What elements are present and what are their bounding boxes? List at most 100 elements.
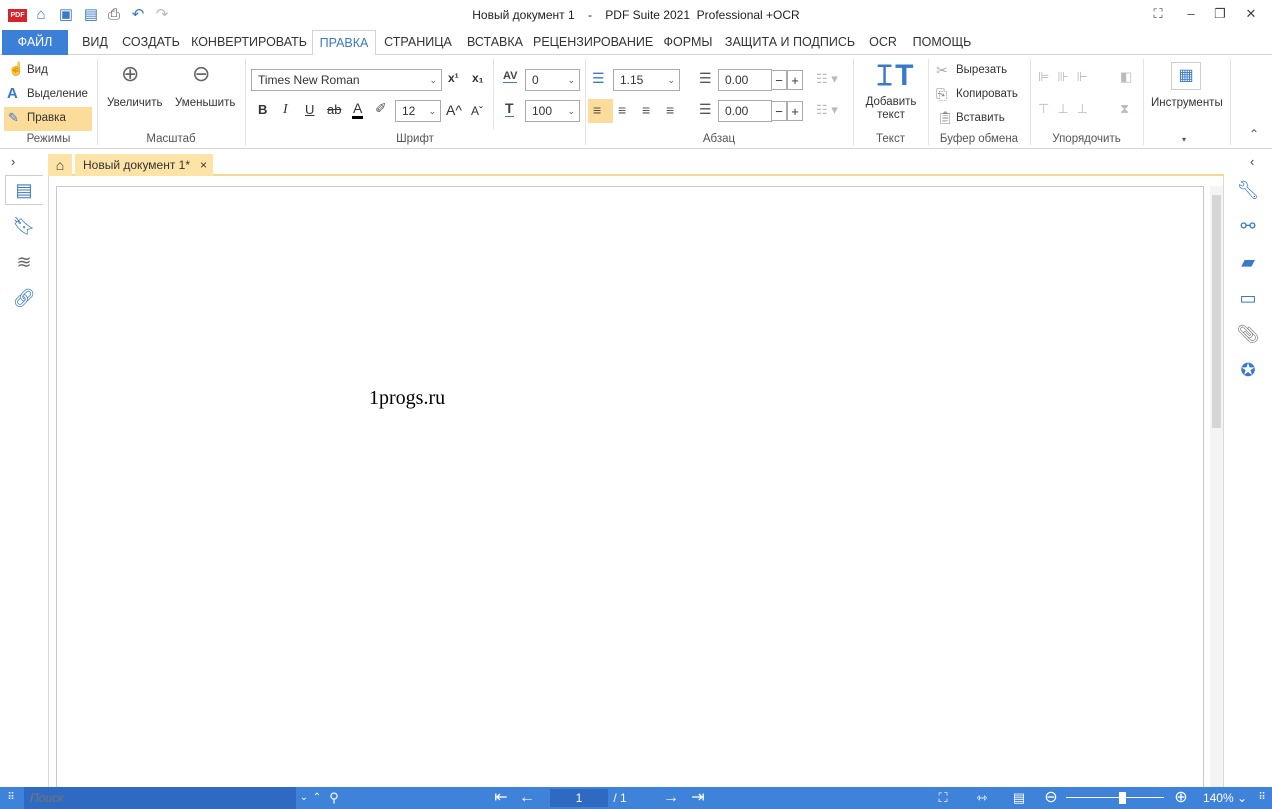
copy-button[interactable]: Копировать (956, 88, 1018, 100)
indent-after-decrease[interactable]: − (771, 101, 787, 121)
restore-button[interactable]: ❐ (1207, 4, 1233, 24)
close-button[interactable]: ✕ (1238, 4, 1264, 24)
zoom-in-status-icon[interactable]: ⊕ (1172, 787, 1190, 809)
align-objects-icons[interactable]: ⊫⊪⊩ (1038, 69, 1096, 85)
search-input[interactable] (24, 787, 296, 809)
subscript-button[interactable]: x₁ (472, 71, 484, 85)
tab-help[interactable]: ПОМОЩЬ (906, 30, 978, 55)
fit-width-icon[interactable]: ⇿ (973, 787, 991, 809)
mode-view[interactable]: Вид (27, 64, 48, 76)
fit-page-icon[interactable]: ⛶ (934, 787, 952, 809)
binoculars-icon[interactable]: ⚯ (1234, 213, 1262, 239)
strikethrough-button[interactable]: ab (327, 102, 341, 117)
tab-ocr[interactable]: OCR (866, 30, 900, 55)
tab-review[interactable]: РЕЦЕНЗИРОВАНИЕ (533, 30, 653, 55)
tab-create[interactable]: СОЗДАТЬ (118, 30, 184, 55)
tools-button[interactable]: Инструменты (1151, 97, 1223, 109)
indent-before-decrease[interactable]: − (771, 70, 787, 90)
document-tab[interactable]: Новый документ 1* × (75, 154, 213, 176)
font-size-value: 12 (402, 104, 416, 118)
grow-font-button[interactable]: A^ (446, 102, 462, 118)
close-tab-icon[interactable]: × (200, 154, 207, 176)
search-prev-icon[interactable]: ⌃ (311, 787, 323, 809)
char-scale-select[interactable]: 100 ⌄ (525, 100, 580, 122)
superscript-button[interactable]: x¹ (448, 71, 459, 85)
zoom-in-button[interactable]: Увеличить (107, 97, 162, 109)
folder-network-icon[interactable]: ▰ (1234, 249, 1262, 275)
tab-page[interactable]: СТРАНИЦА (380, 30, 456, 55)
tab-protect-sign[interactable]: ЗАЩИТА И ПОДПИСЬ (722, 30, 858, 55)
italic-button[interactable]: I (283, 102, 288, 118)
minimize-button[interactable]: – (1178, 4, 1204, 24)
pages-panel-icon[interactable]: ▤ (10, 177, 38, 203)
line-spacing-select[interactable]: 1.15 ⌄ (613, 69, 680, 91)
cut-icon: ✂ (936, 62, 948, 78)
links-icon[interactable]: 🔗︎ (10, 285, 38, 311)
zoom-out-button[interactable]: Уменьшить (175, 97, 235, 109)
certificate-icon[interactable]: ✪ (1234, 357, 1262, 383)
search-next-icon[interactable]: ⌄ (298, 787, 310, 809)
bold-button[interactable]: B (258, 102, 267, 117)
indent-before-input[interactable]: 0.00 (718, 69, 772, 91)
zoom-in-icon[interactable]: ⊕ (121, 61, 139, 87)
collapse-ribbon-icon[interactable]: ⌃ (1249, 127, 1259, 141)
zoom-out-status-icon[interactable]: ⊖ (1042, 787, 1060, 809)
cut-button[interactable]: Вырезать (956, 64, 1007, 76)
zoom-out-icon[interactable]: ⊖ (192, 61, 210, 87)
document-page[interactable]: 1progs.ru (56, 186, 1204, 787)
last-page-icon[interactable]: ⇥ (689, 787, 707, 809)
tab-file[interactable]: ФАЙЛ (2, 30, 68, 55)
scrollbar-thumb[interactable] (1212, 195, 1221, 428)
tab-convert[interactable]: КОНВЕРТИРОВАТЬ (190, 30, 308, 55)
expand-panel-icon[interactable]: › (11, 154, 15, 169)
comments-icon[interactable]: ▭ (1234, 285, 1262, 311)
bullet-list-icon[interactable]: ☷ ▾ (816, 102, 838, 118)
home-tab-icon[interactable]: ⌂ (48, 154, 72, 176)
tab-forms[interactable]: ФОРМЫ (659, 30, 717, 55)
page-number-input[interactable] (550, 789, 608, 807)
collapse-panel-icon[interactable]: ‹ (1250, 154, 1254, 169)
font-family-select[interactable]: Times New Roman ⌄ (251, 69, 442, 91)
layers-icon[interactable]: ≋ (10, 249, 38, 275)
first-page-icon[interactable]: ⇤ (492, 787, 510, 809)
underline-button[interactable]: U (305, 102, 314, 117)
fullscreen-button[interactable]: ⛶ (1145, 4, 1171, 24)
page-text[interactable]: 1progs.ru (369, 387, 445, 410)
numbered-list-icon[interactable]: ☷ ▾ (816, 71, 838, 87)
continuous-page-icon[interactable]: ▤ (1010, 787, 1028, 809)
flip-vertical-icon[interactable]: ⧗ (1120, 101, 1129, 117)
font-size-select[interactable]: 12 ⌄ (395, 100, 441, 122)
align-center-button[interactable]: ≡ (618, 102, 626, 118)
line-spacing-value: 1.15 (620, 73, 644, 87)
zoom-slider[interactable] (1066, 797, 1164, 798)
flip-horizontal-icon[interactable]: ◧ (1120, 69, 1132, 85)
mode-select[interactable]: Выделение (27, 88, 88, 100)
indent-before-increase[interactable]: + (787, 70, 803, 90)
wrench-icon[interactable]: 🔧︎ (1234, 177, 1262, 203)
shrink-font-button[interactable]: Aˇ (471, 104, 483, 118)
paste-button[interactable]: Вставить (956, 112, 1005, 124)
font-color-button[interactable]: A (352, 100, 364, 119)
align-justify-button[interactable]: ≡ (666, 102, 674, 118)
bookmarks-icon[interactable]: 🔖︎ (10, 213, 38, 239)
grip-icon: ⠿ (7, 792, 15, 803)
tab-view[interactable]: ВИД (76, 30, 114, 55)
tools-icon[interactable]: ▦ (1171, 62, 1201, 90)
attachment-icon[interactable]: 📎︎ (1234, 321, 1262, 347)
indent-after-increase[interactable]: + (787, 101, 803, 121)
tab-insert[interactable]: ВСТАВКА (462, 30, 528, 55)
char-spacing-select[interactable]: 0 ⌄ (525, 69, 580, 91)
prev-page-icon[interactable]: ← (518, 787, 536, 809)
tools-dropdown-icon[interactable]: ▾ (1182, 135, 1186, 144)
highlighter-icon[interactable]: ✐ (375, 100, 387, 117)
zoom-level-select[interactable]: 140% ⌄ (1200, 787, 1250, 809)
indent-after-input[interactable]: 0.00 (718, 100, 772, 122)
search-icon[interactable]: ⚲ (325, 787, 343, 809)
tab-edit[interactable]: ПРАВКА (312, 30, 376, 56)
add-text-icon[interactable]: 𝙸T (874, 61, 913, 91)
align-vertical-icons[interactable]: ⊤⊥⊥ (1038, 101, 1096, 117)
align-right-button[interactable]: ≡ (642, 102, 650, 118)
next-page-icon[interactable]: → (662, 787, 680, 809)
add-text-button[interactable]: Добавить текст (858, 96, 924, 122)
zoom-slider-thumb[interactable] (1119, 792, 1126, 804)
